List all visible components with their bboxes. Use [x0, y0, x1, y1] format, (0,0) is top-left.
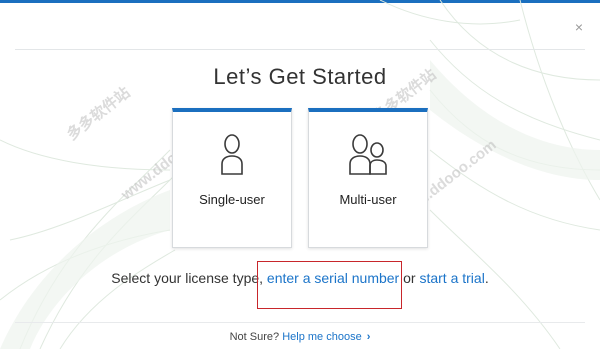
close-icon[interactable]: × [572, 20, 586, 34]
start-trial-link[interactable]: start a trial [419, 270, 484, 286]
license-prompt-or: or [403, 270, 416, 286]
single-user-label: Single-user [199, 192, 265, 207]
help-me-choose-link[interactable]: Help me choose [282, 331, 362, 343]
single-user-card[interactable]: Single-user [172, 108, 292, 248]
not-sure-text: Not Sure? [229, 331, 280, 343]
page-title: Let’s Get Started [213, 64, 387, 89]
footer-help: Not Sure? Help me choose › [0, 331, 600, 343]
header-divider [15, 49, 585, 50]
license-prompt-text: Select your license type, [111, 270, 264, 286]
multi-user-icon [309, 134, 427, 182]
footer-divider [15, 322, 585, 323]
single-user-icon [173, 134, 291, 182]
multi-user-card[interactable]: Multi-user [308, 108, 428, 248]
chevron-right-icon[interactable]: › [367, 331, 371, 343]
annotation-highlight-box [257, 261, 402, 309]
multi-user-label: Multi-user [339, 192, 397, 207]
license-prompt-period: . [484, 270, 489, 286]
